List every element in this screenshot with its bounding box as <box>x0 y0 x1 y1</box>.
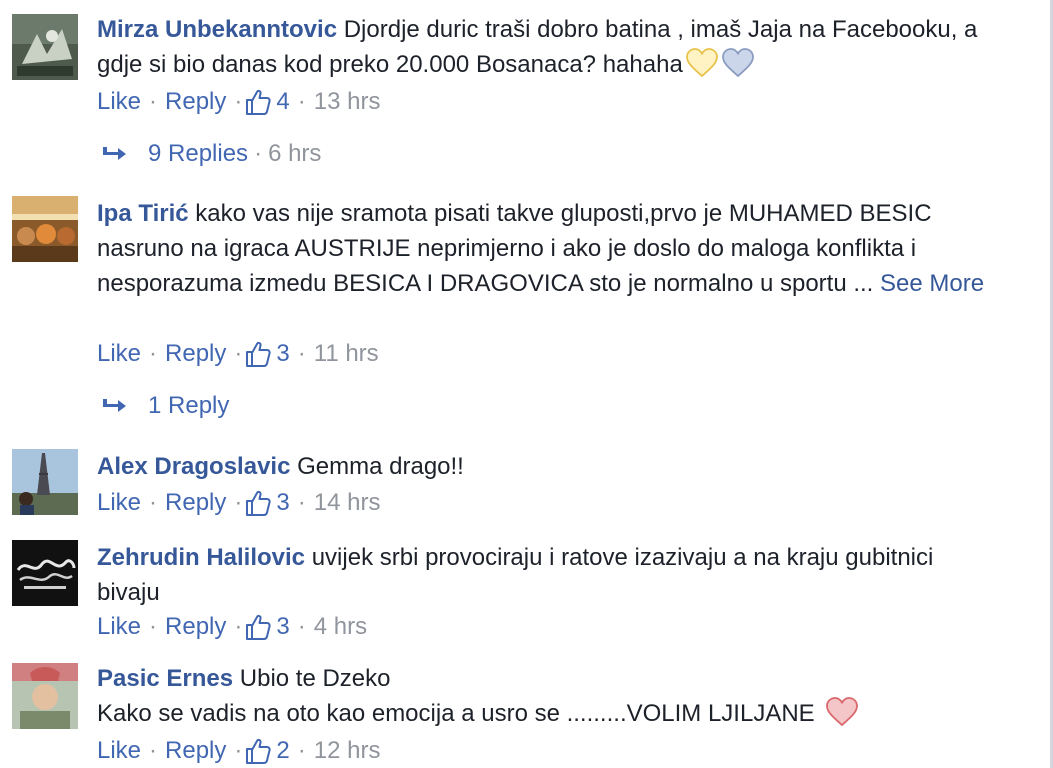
yellow-heart-icon <box>685 48 719 78</box>
like-button[interactable]: Like <box>97 489 141 517</box>
separator-dot: · <box>234 737 243 764</box>
avatar[interactable] <box>12 663 78 729</box>
comment-actions: Like · Reply · 3 · 14 hrs <box>97 488 380 518</box>
avatar[interactable] <box>12 196 78 262</box>
comment-body: Alex Dragoslavic Gemma drago!! <box>97 449 997 484</box>
view-replies-link[interactable]: 1 Reply <box>100 391 229 421</box>
comment-timestamp[interactable]: 12 hrs <box>314 737 381 765</box>
like-count[interactable]: 3 <box>276 613 289 641</box>
like-count[interactable]: 3 <box>276 340 289 368</box>
comment-timestamp[interactable]: 13 hrs <box>314 88 381 116</box>
reply-button[interactable]: Reply <box>165 737 226 765</box>
comment-actions: Like · Reply · 3 · 4 hrs <box>97 612 367 642</box>
like-button[interactable]: Like <box>97 613 141 641</box>
replies-count[interactable]: 9 Replies <box>148 140 248 168</box>
comment-author[interactable]: Alex Dragoslavic <box>97 453 290 480</box>
reply-button[interactable]: Reply <box>165 613 226 641</box>
like-button[interactable]: Like <box>97 88 141 116</box>
like-count[interactable]: 2 <box>276 737 289 765</box>
thumbs-up-icon[interactable] <box>244 88 272 116</box>
comment-body: Mirza Unbekanntovic Djordje duric traši … <box>97 12 997 82</box>
reply-button[interactable]: Reply <box>165 489 226 517</box>
avatar[interactable] <box>12 14 78 80</box>
like-button[interactable]: Like <box>97 737 141 765</box>
avatar[interactable] <box>12 540 78 606</box>
separator-dot: · <box>297 613 306 640</box>
reply-button[interactable]: Reply <box>165 88 226 116</box>
thumbs-up-icon[interactable] <box>244 489 272 517</box>
comment-timestamp[interactable]: 11 hrs <box>314 340 379 368</box>
comment-actions: Like · Reply · 3 · 11 hrs <box>97 339 379 369</box>
comment-body: Zehrudin Halilovic uvijek srbi provocira… <box>97 540 997 610</box>
separator-dot: · <box>149 340 158 367</box>
reply-arrow-icon <box>100 143 128 165</box>
blue-heart-icon <box>721 48 755 78</box>
replies-count[interactable]: 1 Reply <box>148 392 229 420</box>
like-button[interactable]: Like <box>97 340 141 368</box>
comment-author[interactable]: Ipa Tirić <box>97 200 189 227</box>
reply-button[interactable]: Reply <box>165 340 226 368</box>
separator-dot: · <box>149 489 158 516</box>
separator-dot: · <box>149 613 158 640</box>
separator-dot: · <box>234 340 243 367</box>
comment-author[interactable]: Zehrudin Halilovic <box>97 544 305 571</box>
separator-dot: · <box>149 88 158 115</box>
like-count[interactable]: 4 <box>276 88 289 116</box>
separator-dot: · <box>297 340 306 367</box>
reply-arrow-icon <box>100 395 128 417</box>
comment-text-second-line: Kako se vadis na oto kao emocija a usro … <box>97 700 815 727</box>
replies-timestamp: 6 hrs <box>268 140 322 167</box>
separator-dot: · <box>149 737 158 764</box>
comment-actions: Like · Reply · 2 · 12 hrs <box>97 736 380 766</box>
thumbs-up-icon[interactable] <box>244 737 272 765</box>
comment-text: Gemma drago!! <box>297 453 464 480</box>
comment-body: Pasic Ernes Ubio te Dzeko Kako se vadis … <box>97 661 997 731</box>
comment-text: kako vas nije sramota pisati takve glupo… <box>97 200 932 297</box>
comment-author[interactable]: Pasic Ernes <box>97 665 233 692</box>
separator-dot: · <box>297 88 306 115</box>
thumbs-up-icon[interactable] <box>244 613 272 641</box>
comment-timestamp[interactable]: 4 hrs <box>314 613 367 641</box>
separator-dot: · <box>234 88 243 115</box>
separator-dot: · <box>297 737 306 764</box>
comment-timestamp[interactable]: 14 hrs <box>314 489 381 517</box>
red-heart-icon <box>825 697 859 727</box>
view-replies-link[interactable]: 9 Replies · 6 hrs <box>100 139 321 169</box>
separator-dot: · <box>234 489 243 516</box>
like-count[interactable]: 3 <box>276 489 289 517</box>
avatar[interactable] <box>12 449 78 515</box>
thumbs-up-icon[interactable] <box>244 340 272 368</box>
separator-dot: · <box>234 613 243 640</box>
comment-actions: Like · Reply · 4 · 13 hrs <box>97 87 380 117</box>
comment-body: Ipa Tirić kako vas nije sramota pisati t… <box>97 196 997 301</box>
see-more-link[interactable]: See More <box>880 270 984 297</box>
separator-dot: · <box>297 489 306 516</box>
separator-dot: · <box>254 140 263 167</box>
comment-author[interactable]: Mirza Unbekanntovic <box>97 16 337 43</box>
comment-text: Ubio te Dzeko <box>239 665 391 692</box>
